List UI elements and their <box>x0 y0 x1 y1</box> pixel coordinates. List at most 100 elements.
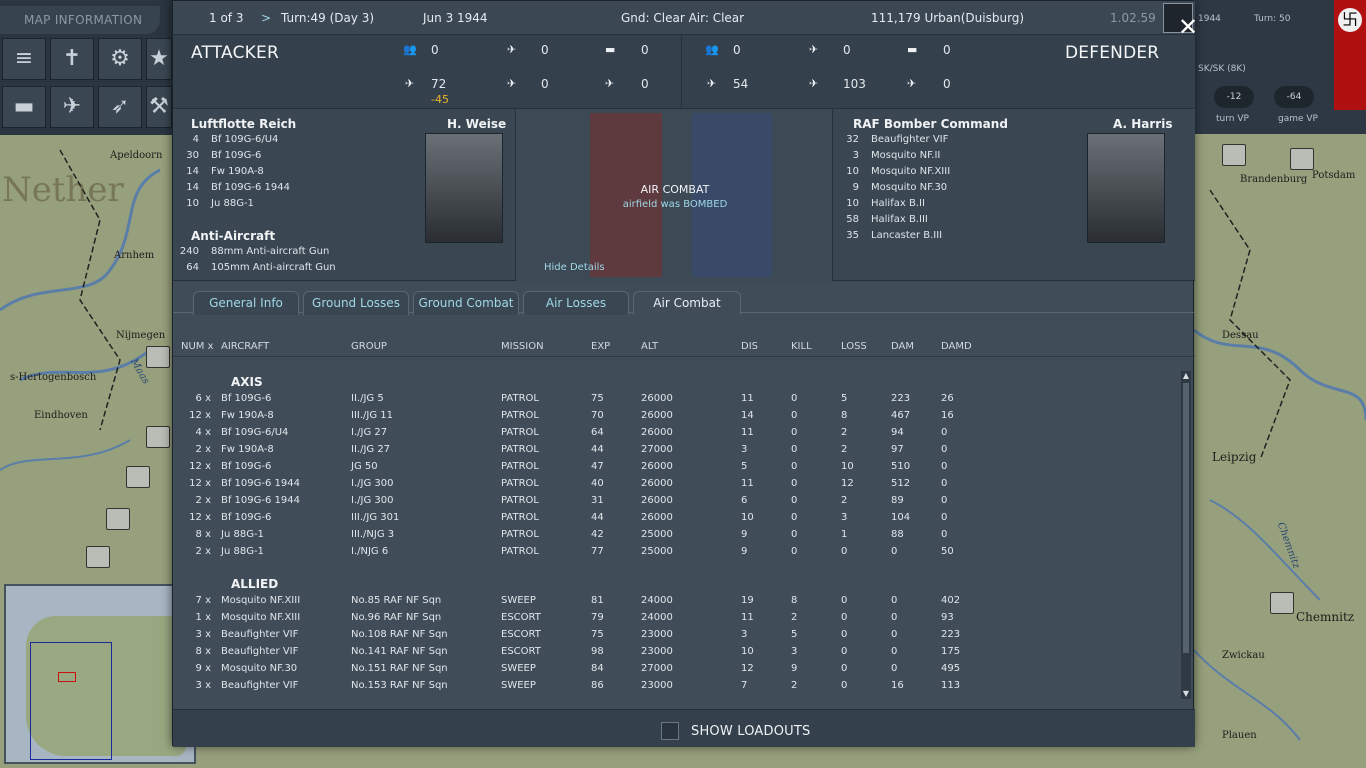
table-cell: No.85 RAF NF Sqn <box>351 595 442 606</box>
tab-ground-losses[interactable]: Ground Losses <box>303 291 409 315</box>
f3-button[interactable]: ➶ <box>98 86 142 128</box>
units-button[interactable]: ≡ <box>2 38 46 80</box>
table-cell: 2 x <box>195 546 211 557</box>
infantry-icon: 👥 <box>705 43 719 56</box>
table-cell: 26000 <box>641 478 673 489</box>
table-cell: 11 <box>741 427 754 438</box>
table-cell: Bf 109G-6 <box>221 461 272 472</box>
table-cell: 0 <box>841 612 848 623</box>
minimap[interactable] <box>4 584 196 764</box>
f1-button[interactable]: ▬ <box>2 86 46 128</box>
attacker-commander-portrait[interactable] <box>425 133 503 243</box>
map-unit-counter[interactable] <box>86 546 110 568</box>
attacker-fighter-count: 72 <box>431 77 447 91</box>
table-row[interactable]: 12 x Bf 109G-6 III./JG 301 PATROL 44 26000 10 0… <box>173 510 1173 527</box>
map-unit-counter[interactable] <box>1290 148 1314 170</box>
attacker-unit-row: 10 Ju 88G-1 <box>186 198 254 209</box>
map-unit-counter[interactable] <box>126 466 150 488</box>
table-row[interactable]: 4 x Bf 109G-6/U4 I./JG 27 PATROL 64 26000 11 0 2… <box>173 425 1173 442</box>
attacker-unit-row: 14 Bf 109G-6 1944 <box>186 182 290 193</box>
table-cell: II./JG 5 <box>351 393 384 404</box>
star-button[interactable]: ★ <box>146 38 172 80</box>
scroll-down-icon[interactable]: ▼ <box>1181 689 1191 699</box>
table-cell: 27000 <box>641 444 673 455</box>
table-row[interactable]: 9 x Mosquito NF.30 No.151 RAF NF Sqn SWEEP 8… <box>173 661 1173 678</box>
table-cell: 8 x <box>195 529 211 540</box>
table-cell: Beaufighter VIF <box>221 646 299 657</box>
defender-commander-portrait[interactable] <box>1087 133 1165 243</box>
table-row[interactable]: 6 x Bf 109G-6 II./JG 5 PATROL 75 26000 11 0 5 223… <box>173 391 1173 408</box>
table-row[interactable]: 12 x Bf 109G-6 JG 50 PATROL 47 26000 5 0 10 510 0 <box>173 459 1173 476</box>
table-cell: 495 <box>941 663 961 674</box>
scroll-up-icon[interactable]: ▲ <box>1181 371 1191 381</box>
show-loadouts-checkbox[interactable] <box>661 722 679 740</box>
table-row[interactable]: 3 x Beaufighter VIF No.153 RAF NF Sqn SWEEP… <box>173 678 1173 695</box>
scrollbar-thumb[interactable] <box>1183 383 1189 653</box>
table-row[interactable]: 2 x Bf 109G-6 1944 I./JG 300 PATROL 31 26000 6… <box>173 493 1173 510</box>
attacker-title: ATTACKER <box>191 43 279 63</box>
f2-button[interactable]: ✈ <box>50 86 94 128</box>
map-unit-counter[interactable] <box>1222 144 1246 166</box>
table-cell: SWEEP <box>501 680 536 691</box>
tab-general-info[interactable]: General Info <box>193 291 299 315</box>
table-cell: 9 <box>741 529 748 540</box>
table-cell: 10 <box>741 646 754 657</box>
map-unit-counter[interactable] <box>146 426 170 448</box>
table-cell: 0 <box>941 512 948 523</box>
table-row[interactable]: 3 x Beaufighter VIF No.108 RAF NF Sqn ESCOR… <box>173 627 1173 644</box>
section-header: AXIS <box>231 375 263 389</box>
repair-icon: ⚒ <box>149 94 169 119</box>
table-row[interactable]: 2 x Ju 88G-1 I./NJG 6 PATROL 77 25000 9 0 0 0 50 <box>173 544 1173 561</box>
turn-label: Turn:49 (Day 3) <box>281 11 375 25</box>
table-cell: ESCORT <box>501 646 541 657</box>
minimap-viewport[interactable] <box>30 642 112 760</box>
table-cell: 2 x <box>195 495 211 506</box>
table-cell: 104 <box>891 512 911 523</box>
table-cell: 26000 <box>641 427 673 438</box>
close-button[interactable]: ✕ <box>1163 3 1198 40</box>
map-unit-counter[interactable] <box>1270 592 1294 614</box>
table-row[interactable]: 8 x Beaufighter VIF No.141 RAF NF Sqn ESCOR… <box>173 644 1173 661</box>
table-row[interactable]: 1 x Mosquito NF.XIII No.96 RAF NF Sqn ESCOR… <box>173 610 1173 627</box>
table-cell: 12 <box>841 478 854 489</box>
table-row[interactable]: 12 x Fw 190A-8 III./JG 11 PATROL 70 26000 14 0 8… <box>173 408 1173 425</box>
table-cell: 26 <box>941 393 954 404</box>
table-cell: Bf 109G-6/U4 <box>221 427 289 438</box>
tank-icon: ▬ <box>605 43 616 56</box>
table-cell: 0 <box>791 444 798 455</box>
table-cell: PATROL <box>501 393 539 404</box>
show-loadouts-label[interactable]: SHOW LOADOUTS <box>691 724 810 739</box>
defender-tank-count: 0 <box>943 43 951 57</box>
tab-air-combat[interactable]: Air Combat <box>633 291 741 315</box>
map-label-region: Nether <box>2 170 124 210</box>
fighter-icon: ✈ <box>707 77 717 90</box>
map-label-city: Chemnitz <box>1296 610 1355 624</box>
table-row[interactable]: 12 x Bf 109G-6 1944 I./JG 300 PATROL 40 26000… <box>173 476 1173 493</box>
table-row[interactable]: 7 x Mosquito NF.XIII No.85 RAF NF Sqn SWEEP… <box>173 593 1173 610</box>
formations-button[interactable]: ✝ <box>50 38 94 80</box>
settings-button[interactable]: ⚙ <box>98 38 142 80</box>
hide-details-link[interactable]: Hide Details <box>544 262 605 273</box>
table-row[interactable]: 8 x Ju 88G-1 III./NJG 3 PATROL 42 25000 9 0 1 88 0 <box>173 527 1173 544</box>
f4-button[interactable]: ⚒ <box>146 86 172 128</box>
table-cell: 98 <box>591 646 604 657</box>
tab-ground-combat[interactable]: Ground Combat <box>413 291 519 315</box>
attacker-unit-row: 4 Bf 109G-6/U4 <box>192 134 279 145</box>
table-scrollbar[interactable]: ▲ ▼ <box>1181 371 1191 699</box>
next-page-button[interactable]: > <box>261 11 271 25</box>
table-cell: 75 <box>591 629 604 640</box>
map-unit-counter[interactable] <box>146 346 170 368</box>
map-information-tab[interactable]: MAP INFORMATION <box>0 6 160 34</box>
table-cell: 94 <box>891 427 904 438</box>
col-aircraft: AIRCRAFT <box>221 341 270 352</box>
table-cell: 81 <box>591 595 604 606</box>
table-row[interactable]: 2 x Fw 190A-8 II./JG 27 PATROL 44 27000 3 0 2 97 0 <box>173 442 1173 459</box>
defender-unit-row: 10 Halifax B.II <box>846 198 925 209</box>
page-indicator: 1 of 3 <box>209 11 244 25</box>
map-unit-counter[interactable] <box>106 508 130 530</box>
table-cell: 89 <box>891 495 904 506</box>
table-cell: Bf 109G-6 <box>221 512 272 523</box>
tab-air-losses[interactable]: Air Losses <box>523 291 629 315</box>
table-cell: 2 <box>841 427 848 438</box>
table-cell: 0 <box>791 410 798 421</box>
